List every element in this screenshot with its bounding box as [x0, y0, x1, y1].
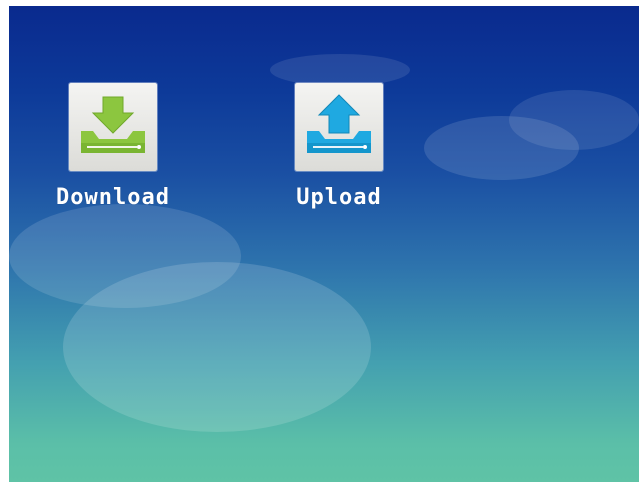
- upload-tray-icon: [307, 94, 371, 153]
- background-bubble: [509, 90, 639, 150]
- background-bubble: [63, 262, 371, 432]
- desktop-screen: Download Upload: [9, 6, 639, 482]
- background-bubble: [270, 54, 410, 86]
- download-app[interactable]: Download: [43, 83, 183, 210]
- upload-app[interactable]: Upload: [284, 83, 394, 210]
- upload-label[interactable]: Upload: [296, 185, 381, 210]
- download-tile[interactable]: [69, 83, 157, 171]
- download-tray-icon: [81, 96, 145, 153]
- upload-tile[interactable]: [295, 83, 383, 171]
- download-label[interactable]: Download: [56, 185, 170, 210]
